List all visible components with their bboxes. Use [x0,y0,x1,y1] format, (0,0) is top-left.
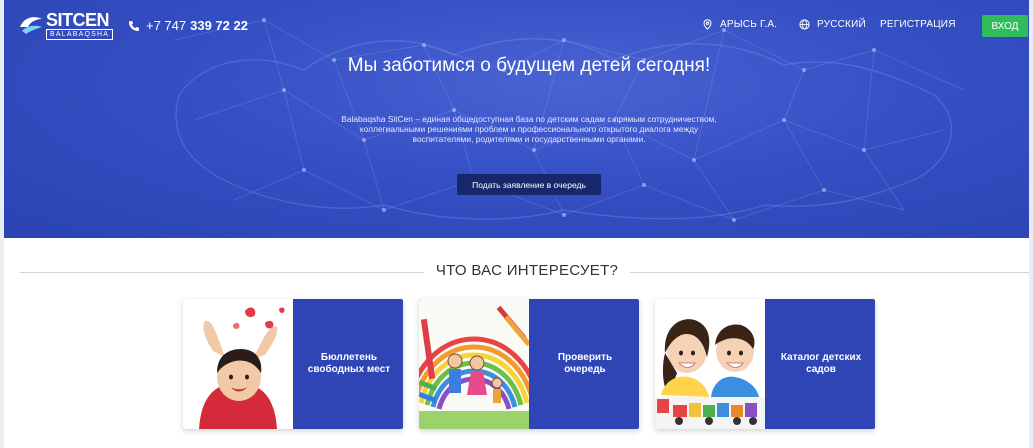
section-title: ЧТО ВАС ИНТЕРЕСУЕТ? [435,262,619,279]
phone-link[interactable]: +7 747 339 72 22 [128,18,248,33]
page: SITCEN BALABAQSHA +7 747 339 72 22 АРЫСЬ… [0,0,1033,448]
hero-title: Мы заботимся о будущем детей сегодня! [347,55,711,76]
globe-icon [799,19,810,30]
language-label: РУССКИЙ [817,19,866,30]
logo-subtitle: BALABAQSHA [46,29,114,40]
location-pin-icon [703,19,712,30]
logo-title: SITCEN [46,10,110,30]
apply-queue-button[interactable]: Подать заявление в очередь [457,174,601,195]
toddler-photo-icon [183,299,293,429]
hero-description: Balabaqsha SitCen – единая общедоступная… [341,114,717,145]
phone-number: 339 72 22 [190,18,248,33]
card-check-queue[interactable]: Проверить очередь [419,299,639,429]
city-label: АРЫСЬ Г.А. [720,19,778,30]
top-navigation: SITCEN BALABAQSHA +7 747 339 72 22 АРЫСЬ… [4,0,1029,50]
children-photo-icon [655,299,765,429]
divider-left [20,272,424,273]
phone-icon [129,20,139,31]
divider-right [630,272,1029,273]
logo-icon [20,17,42,34]
card-free-places[interactable]: Бюллетень свободных мест [183,299,403,429]
card-kindergarten-catalog[interactable]: Каталог детских садов [655,299,875,429]
site-logo[interactable]: SITCEN BALABAQSHA [18,10,114,41]
language-selector[interactable]: РУССКИЙ [799,19,866,30]
card-label: Бюллетень свободных мест [307,352,391,375]
register-link[interactable]: РЕГИСТРАЦИЯ [880,19,956,30]
register-label: РЕГИСТРАЦИЯ [880,19,956,30]
card-label: Каталог детских садов [780,352,862,375]
section-heading: ЧТО ВАС ИНТЕРЕСУЕТ? [4,262,1029,282]
phone-prefix: +7 747 [146,18,187,33]
hero-banner: SITCEN BALABAQSHA +7 747 339 72 22 АРЫСЬ… [4,0,1029,238]
city-selector[interactable]: АРЫСЬ Г.А. [702,19,777,30]
login-button[interactable]: ВХОД [982,15,1028,37]
family-drawing-photo-icon [419,299,529,429]
card-label: Проверить очередь [557,352,613,375]
